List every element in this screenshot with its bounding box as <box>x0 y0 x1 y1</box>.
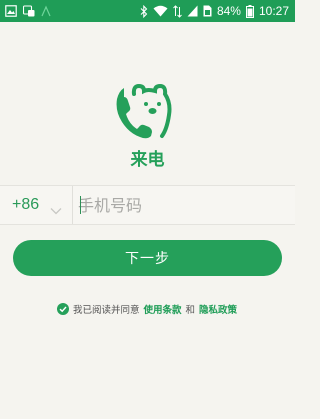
phone-number-input[interactable] <box>78 190 288 220</box>
agreement-and: 和 <box>185 305 196 316</box>
privacy-policy-link[interactable]: 隐私政策 <box>199 302 237 316</box>
app-notification-icon <box>23 5 35 17</box>
bluetooth-icon <box>140 4 148 18</box>
sim-card-icon <box>203 5 212 17</box>
next-button[interactable]: 下一步 <box>13 240 282 276</box>
battery-percentage: 84% <box>216 4 241 18</box>
app-name: 来电 <box>130 150 165 170</box>
status-right-icons: 84% 10:27 <box>140 3 289 19</box>
status-bar: 84% 10:27 <box>0 0 295 22</box>
cell-signal-icon <box>187 5 198 17</box>
phone-input-row: +86 <box>0 185 295 225</box>
status-left-icons <box>5 4 51 18</box>
text-cursor <box>80 196 81 214</box>
terms-of-use-link[interactable]: 使用条款 <box>144 302 182 316</box>
country-code-divider <box>72 186 73 224</box>
agreement-prefix: 我已阅读并同意 <box>73 305 140 316</box>
signal-notification-icon <box>41 5 51 17</box>
check-circle-icon[interactable] <box>57 303 69 315</box>
wifi-icon <box>153 5 168 17</box>
image-notification-icon <box>5 5 17 17</box>
data-arrows-icon <box>173 4 182 18</box>
country-code-selector[interactable]: +86 <box>0 186 72 224</box>
battery-icon <box>245 4 254 18</box>
chevron-down-icon <box>50 200 62 219</box>
app-logo <box>110 82 185 140</box>
agreement-row: 我已阅读并同意 使用条款 和 隐私政策 <box>57 302 237 316</box>
clock: 10:27 <box>258 4 289 18</box>
country-code-value: +86 <box>12 196 40 213</box>
